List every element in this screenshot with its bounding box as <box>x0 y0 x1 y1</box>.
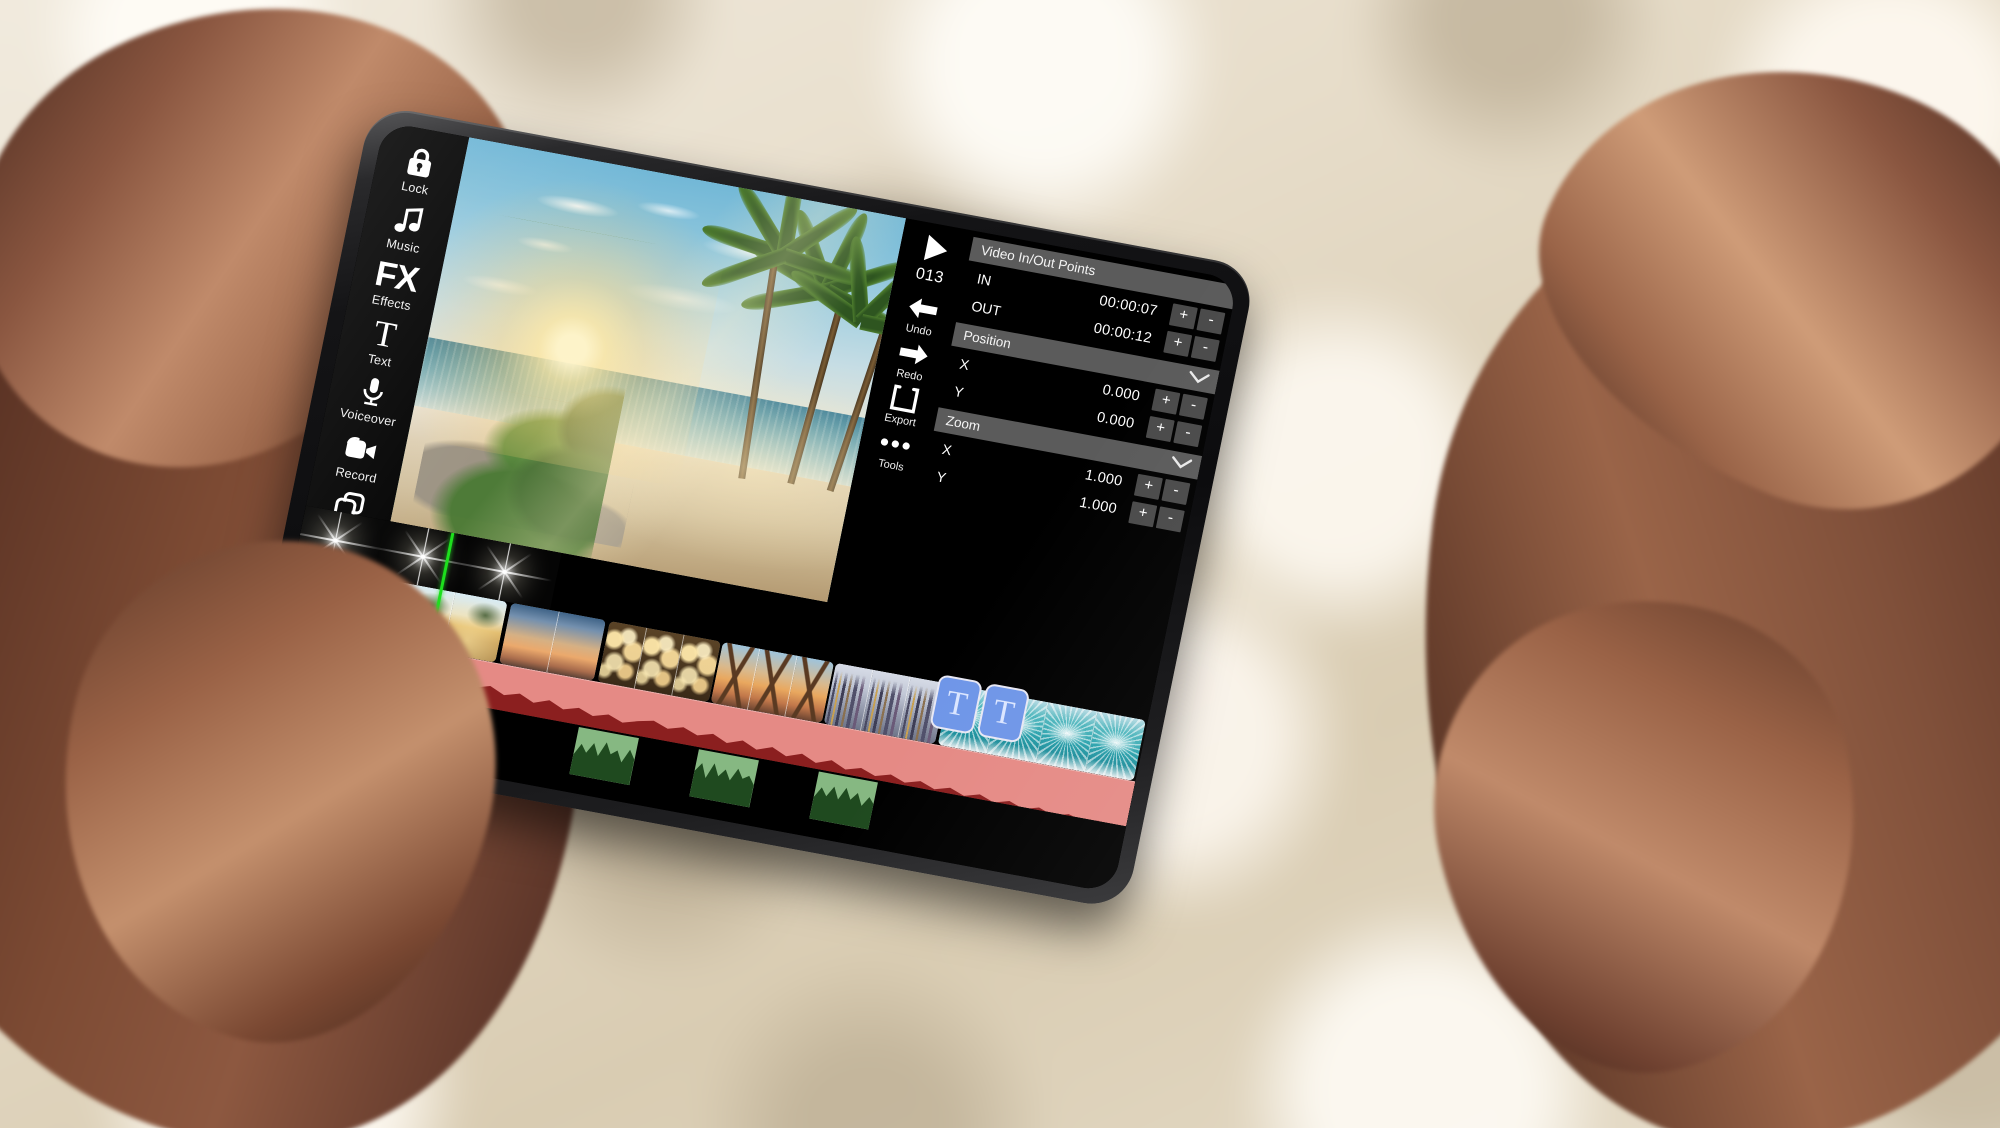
stepper-out: + - <box>1163 330 1220 362</box>
in-plus-button[interactable]: + <box>1168 303 1198 330</box>
chevron-down-icon[interactable] <box>1169 455 1194 474</box>
stepper-position-y: + - <box>1145 416 1203 448</box>
row-key-in: IN <box>975 270 993 289</box>
zoom-x-minus-button[interactable]: - <box>1161 478 1191 506</box>
play-icon <box>917 230 953 269</box>
microphone-icon <box>356 371 391 413</box>
text-icon: T <box>370 312 400 357</box>
music-note-icon <box>390 199 427 242</box>
voiceover-clip[interactable] <box>689 749 759 808</box>
in-minus-button[interactable]: - <box>1196 308 1226 335</box>
voiceover-clip[interactable] <box>569 727 640 786</box>
out-minus-button[interactable]: - <box>1190 335 1220 362</box>
text-glyph: T <box>370 312 400 357</box>
tool-record[interactable]: Record <box>316 423 403 490</box>
sparkle-icon <box>308 513 364 568</box>
position-x-minus-button[interactable]: - <box>1178 393 1208 420</box>
section-title-zoom: Zoom <box>944 413 982 435</box>
zoom-y-minus-button[interactable]: - <box>1155 506 1185 533</box>
voiceover-clip[interactable] <box>808 771 879 830</box>
tool-effects[interactable]: FX Effects <box>352 251 439 318</box>
tool-lock-label: Lock <box>400 178 430 198</box>
zoom-x-plus-button[interactable]: + <box>1133 473 1163 500</box>
frame-counter: 013 <box>914 265 946 287</box>
lock-icon <box>402 141 439 184</box>
play-button[interactable] <box>898 226 972 272</box>
tool-lock[interactable]: Lock <box>375 136 462 203</box>
row-key-out: OUT <box>970 297 1003 319</box>
fx-glyph: FX <box>371 253 422 300</box>
tool-voiceover[interactable]: Voiceover <box>328 365 415 432</box>
position-x-plus-button[interactable]: + <box>1151 388 1181 415</box>
tool-text-label: Text <box>366 351 393 370</box>
sparkle-icon <box>395 529 451 584</box>
tool-music[interactable]: Music <box>363 193 450 260</box>
row-key-zoom-y: Y <box>935 468 948 486</box>
chevron-down-icon[interactable] <box>1186 370 1211 389</box>
tools-label: Tools <box>877 457 905 474</box>
position-y-plus-button[interactable]: + <box>1145 416 1175 443</box>
stepper-zoom-y: + - <box>1128 501 1185 533</box>
video-camera-icon <box>341 428 382 471</box>
sparkle-icon <box>477 545 533 599</box>
position-y-minus-button[interactable]: - <box>1173 421 1203 448</box>
row-key-zoom-x: X <box>940 440 954 459</box>
section-title-position: Position <box>962 327 1013 352</box>
out-plus-button[interactable]: + <box>1163 330 1193 357</box>
video-preview[interactable] <box>390 137 906 603</box>
row-key-position-y: Y <box>952 383 966 401</box>
text-clip[interactable]: T <box>976 682 1031 744</box>
zoom-y-plus-button[interactable]: + <box>1128 501 1158 528</box>
scene: Lock Music FX Effects T Text Voiceover R… <box>0 0 2000 1128</box>
row-key-position-x: X <box>958 355 971 373</box>
text-clip[interactable]: T <box>929 674 984 735</box>
tool-text[interactable]: T Text <box>340 308 427 375</box>
